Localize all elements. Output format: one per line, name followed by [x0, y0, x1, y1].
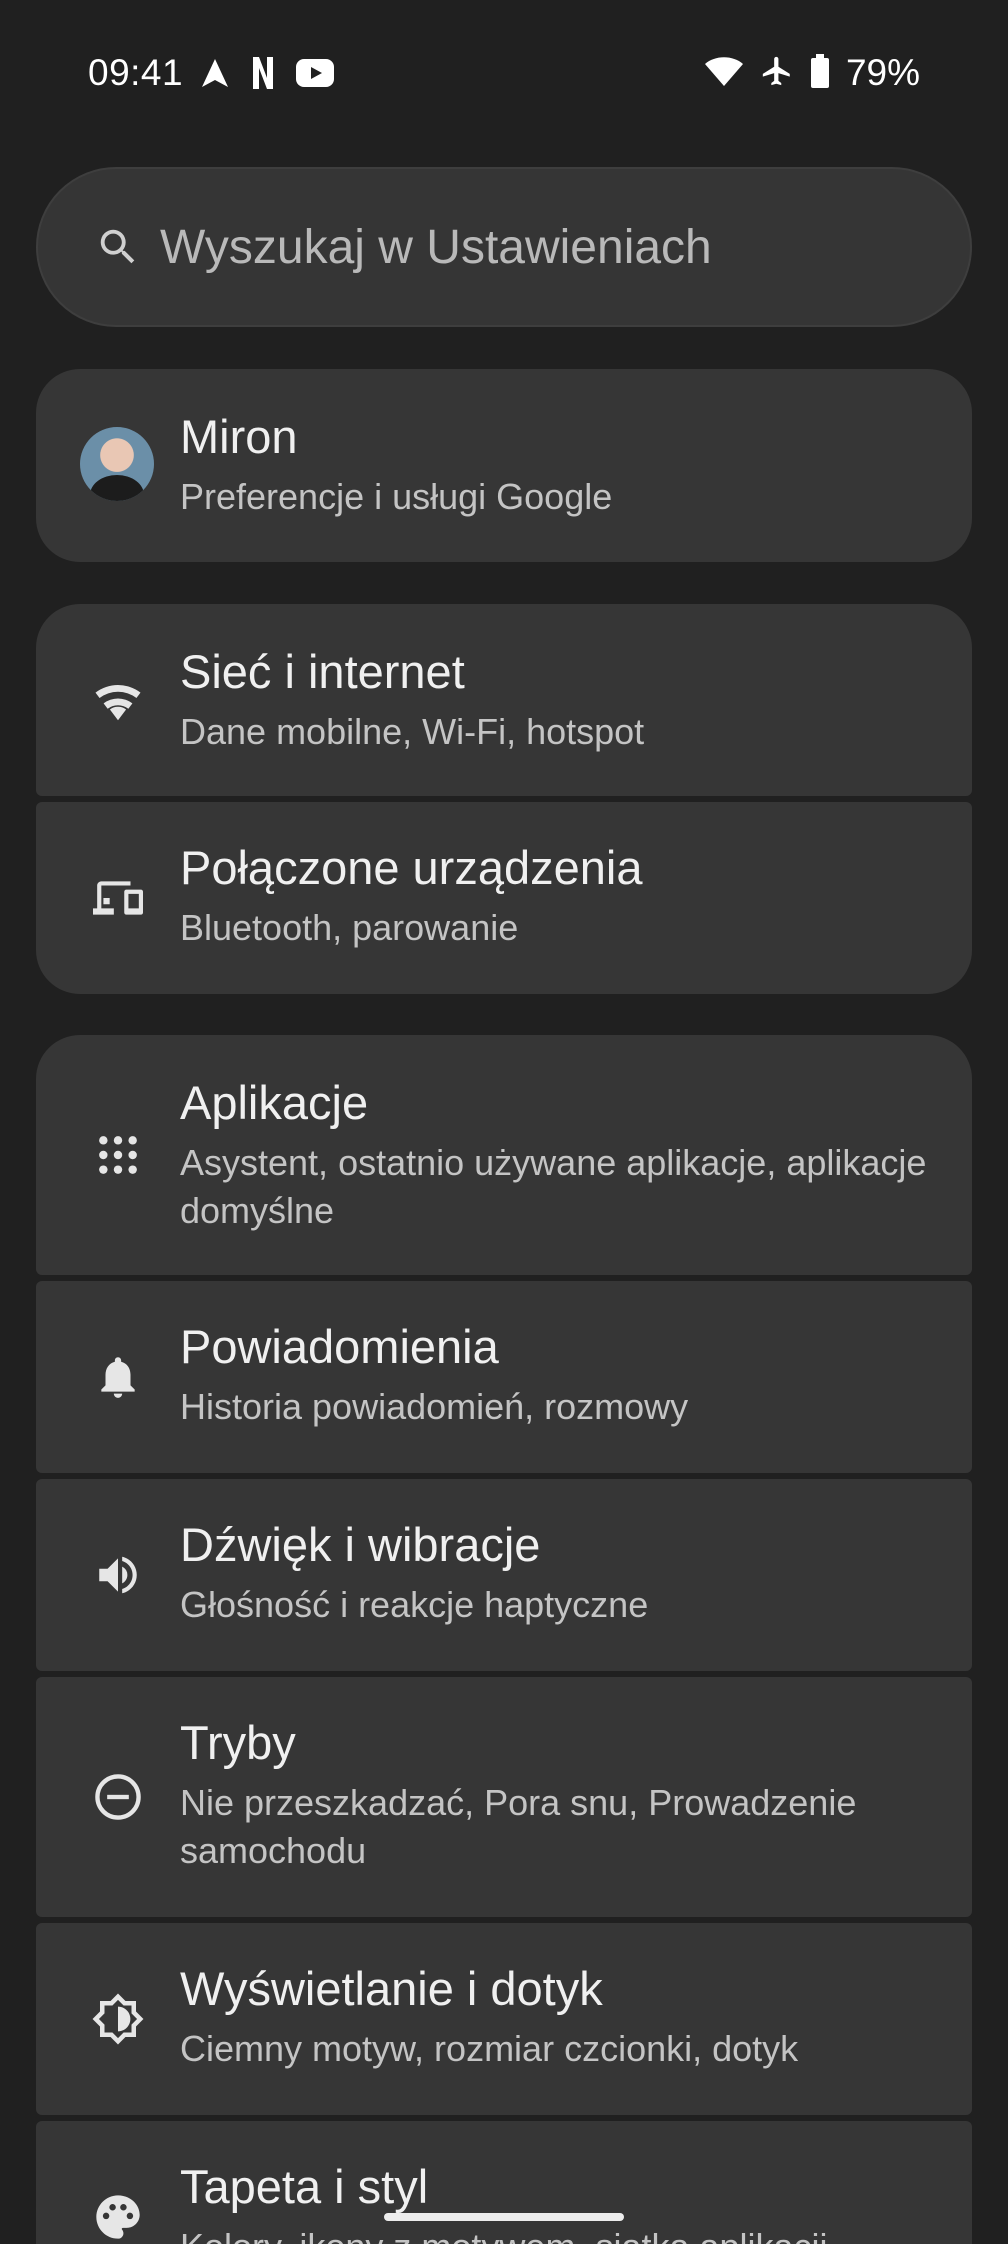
brightness-icon: [88, 1989, 148, 2049]
settings-item-apps[interactable]: Aplikacje Asystent, ostatnio używane apl…: [36, 1035, 972, 1275]
settings-item-subtitle: Dane mobilne, Wi-Fi, hotspot: [180, 711, 645, 752]
do-not-disturb-icon: [88, 1767, 148, 1827]
netflix-icon: [252, 56, 274, 95]
avatar: [80, 427, 154, 501]
battery-icon: [810, 53, 830, 93]
home-gesture-bar[interactable]: [384, 2213, 624, 2221]
status-notification-icons: [200, 56, 334, 95]
status-bar: 09:41 79%: [0, 0, 1008, 150]
bell-icon: [88, 1347, 148, 1407]
settings-item-modes[interactable]: Tryby Nie przeszkadzać, Pora snu, Prowad…: [36, 1677, 972, 1917]
battery-percent: 79%: [845, 52, 920, 93]
account-card[interactable]: Miron Preferencje i usługi Google: [36, 369, 972, 562]
wifi-icon: [88, 670, 148, 730]
settings-item-subtitle: Głośność i reakcje haptyczne: [180, 1584, 649, 1625]
navigation-arrow-icon: [200, 57, 230, 94]
settings-item-title: Dźwięk i wibracje: [180, 1518, 541, 1571]
account-subtitle: Preferencje i usługi Google: [180, 476, 613, 517]
wifi-icon: [704, 55, 744, 92]
settings-item-wallpaper[interactable]: Tapeta i styl Kolory, ikony z motywem, s…: [36, 2121, 972, 2244]
settings-item-subtitle: Historia powiadomień, rozmowy: [180, 1386, 689, 1427]
settings-item-connected-devices[interactable]: Połączone urządzenia Bluetooth, parowani…: [36, 802, 972, 994]
apps-grid-icon: [88, 1125, 148, 1185]
palette-icon: [88, 2187, 148, 2244]
status-system-icons: 79%: [704, 52, 920, 94]
status-time: 09:41: [88, 52, 184, 93]
youtube-icon: [296, 59, 334, 92]
settings-item-subtitle: Asystent, ostatnio używane aplikacje, ap…: [180, 1142, 927, 1231]
connected-devices-icon: [88, 868, 148, 928]
settings-item-title: Połączone urządzenia: [180, 841, 643, 894]
settings-item-notifications[interactable]: Powiadomienia Historia powiadomień, rozm…: [36, 1281, 972, 1473]
airplane-icon: [760, 54, 794, 93]
account-name: Miron: [180, 410, 298, 463]
settings-item-subtitle: Bluetooth, parowanie: [180, 907, 519, 948]
settings-item-title: Powiadomienia: [180, 1320, 499, 1373]
settings-item-network[interactable]: Sieć i internet Dane mobilne, Wi-Fi, hot…: [36, 604, 972, 796]
settings-item-title: Tryby: [180, 1716, 296, 1769]
settings-item-subtitle: Kolory, ikony z motywem, siatka aplikacj…: [180, 2223, 940, 2244]
settings-item-display[interactable]: Wyświetlanie i dotyk Ciemny motyw, rozmi…: [36, 1923, 972, 2115]
volume-icon: [88, 1545, 148, 1605]
settings-item-title: Aplikacje: [180, 1076, 369, 1129]
settings-item-subtitle: Ciemny motyw, rozmiar czcionki, dotyk: [180, 2028, 799, 2069]
search-placeholder: Wyszukaj w Ustawieniach: [160, 220, 712, 274]
settings-item-subtitle: Nie przeszkadzać, Pora snu, Prowadzenie …: [180, 1782, 857, 1871]
settings-item-sound[interactable]: Dźwięk i wibracje Głośność i reakcje hap…: [36, 1479, 972, 1671]
settings-item-title: Tapeta i styl: [180, 2160, 429, 2213]
settings-item-title: Wyświetlanie i dotyk: [180, 1962, 603, 2015]
settings-search-bar[interactable]: Wyszukaj w Ustawieniach: [36, 167, 972, 327]
search-icon: [94, 223, 142, 271]
settings-item-title: Sieć i internet: [180, 645, 465, 698]
